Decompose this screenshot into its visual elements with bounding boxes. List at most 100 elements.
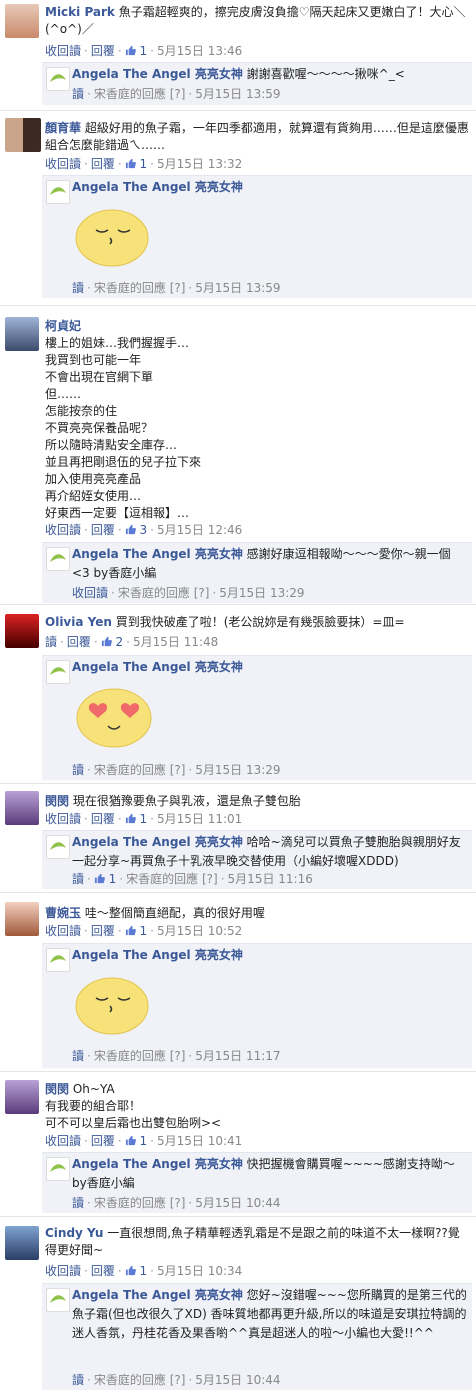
reply-author[interactable]: Angela The Angel 亮亮女神 bbox=[72, 1157, 243, 1171]
seen-by[interactable]: 宋香庭的回應 bbox=[118, 586, 190, 600]
comment-body: Micki Park 魚子霜超輕爽的，擦完皮膚沒負擔♡隔天起床又更嫩白了！大心＼… bbox=[45, 4, 470, 38]
timestamp[interactable]: 5月15日 13:59 bbox=[195, 87, 280, 101]
avatar[interactable] bbox=[5, 791, 39, 825]
timestamp[interactable]: 5月15日 13:29 bbox=[195, 763, 280, 777]
like-count[interactable]: 1 bbox=[94, 872, 116, 886]
read-link[interactable]: 讀 bbox=[72, 763, 84, 777]
avatar[interactable] bbox=[5, 4, 39, 38]
timestamp[interactable]: 5月15日 13:46 bbox=[157, 44, 242, 58]
seen-by[interactable]: 宋香庭的回應 bbox=[94, 1196, 166, 1210]
unread-link[interactable]: 收回讀 bbox=[45, 1264, 81, 1278]
unread-link[interactable]: 收回讀 bbox=[72, 586, 108, 600]
unread-link[interactable]: 收回讀 bbox=[45, 1134, 81, 1148]
page-avatar[interactable] bbox=[46, 1157, 70, 1181]
avatar[interactable] bbox=[5, 317, 39, 351]
comment-author[interactable]: 顏育華 bbox=[45, 121, 81, 135]
timestamp[interactable]: 5月15日 10:34 bbox=[157, 1264, 242, 1278]
reply-link[interactable]: 回覆 bbox=[91, 523, 115, 537]
reply-body: Angela The Angel 亮亮女神 快把握機會購買喔~~~~感謝支持呦～… bbox=[72, 1155, 468, 1193]
seen-by[interactable]: 宋香庭的回應 bbox=[94, 281, 166, 295]
comment-author[interactable]: 曹婉玉 bbox=[45, 906, 81, 920]
unread-link[interactable]: 收回讀 bbox=[45, 523, 81, 537]
avatar[interactable] bbox=[5, 118, 41, 152]
like-count[interactable]: 1 bbox=[125, 924, 147, 938]
page-avatar[interactable] bbox=[46, 547, 70, 571]
seen-by[interactable]: 宋香庭的回應 bbox=[94, 1049, 166, 1063]
reply-link[interactable]: 回覆 bbox=[91, 1264, 115, 1278]
comment-author[interactable]: 閔閔 bbox=[45, 794, 69, 808]
reply-link[interactable]: 回覆 bbox=[91, 812, 115, 826]
read-link[interactable]: 讀 bbox=[72, 1196, 84, 1210]
like-count[interactable]: 1 bbox=[125, 812, 147, 826]
reply-author[interactable]: Angela The Angel 亮亮女神 bbox=[72, 180, 243, 194]
comment-author[interactable]: Olivia Yen bbox=[45, 615, 112, 629]
avatar[interactable] bbox=[5, 1080, 39, 1114]
like-count[interactable]: 1 bbox=[125, 44, 147, 58]
timestamp[interactable]: 5月15日 13:59 bbox=[195, 281, 280, 295]
page-avatar[interactable] bbox=[46, 1288, 70, 1312]
read-link[interactable]: 讀 bbox=[45, 635, 57, 649]
comment-body: 曹婉玉 哇～整個簡直絕配，真的很好用喔 bbox=[45, 905, 470, 922]
thumbs-up-icon bbox=[101, 636, 112, 647]
timestamp[interactable]: 5月15日 10:44 bbox=[195, 1373, 280, 1387]
timestamp[interactable]: 5月15日 10:44 bbox=[195, 1196, 280, 1210]
page-avatar[interactable] bbox=[46, 67, 70, 91]
timestamp[interactable]: 5月15日 11:48 bbox=[133, 635, 218, 649]
comment-author[interactable]: 閔閔 bbox=[45, 1082, 69, 1096]
read-link[interactable]: 讀 bbox=[72, 87, 84, 101]
like-count[interactable]: 1 bbox=[125, 157, 147, 171]
like-count[interactable]: 1 bbox=[125, 1134, 147, 1148]
page-avatar[interactable] bbox=[46, 660, 70, 684]
unread-link[interactable]: 收回讀 bbox=[45, 157, 81, 171]
avatar[interactable] bbox=[5, 614, 39, 648]
read-link[interactable]: 讀 bbox=[72, 1373, 84, 1387]
reply-author[interactable]: Angela The Angel 亮亮女神 bbox=[72, 948, 243, 962]
reply-author[interactable]: Angela The Angel 亮亮女神 bbox=[72, 67, 243, 81]
unread-link[interactable]: 收回讀 bbox=[45, 924, 81, 938]
comment-line: 再介紹姪女使用… bbox=[45, 489, 142, 503]
timestamp[interactable]: 5月15日 10:52 bbox=[157, 924, 242, 938]
timestamp[interactable]: 5月15日 11:17 bbox=[195, 1049, 280, 1063]
reply-link[interactable]: 回覆 bbox=[67, 635, 91, 649]
unread-link[interactable]: 收回讀 bbox=[45, 812, 81, 826]
reply-author[interactable]: Angela The Angel 亮亮女神 bbox=[72, 835, 243, 849]
comment-text: 超級好用的魚子霜，一年四季都適用，就算還有貨夠用……但是這麼優惠組合怎麼能錯過ㄟ… bbox=[45, 121, 469, 152]
like-count[interactable]: 3 bbox=[125, 523, 147, 537]
avatar[interactable] bbox=[5, 1226, 39, 1260]
reply-link[interactable]: 回覆 bbox=[91, 1134, 115, 1148]
reply-author[interactable]: Angela The Angel 亮亮女神 bbox=[72, 660, 243, 674]
read-link[interactable]: 讀 bbox=[72, 281, 84, 295]
reply-author[interactable]: Angela The Angel 亮亮女神 bbox=[72, 1288, 243, 1302]
timestamp[interactable]: 5月15日 11:16 bbox=[228, 872, 313, 886]
timestamp[interactable]: 5月15日 12:46 bbox=[157, 523, 242, 537]
like-count[interactable]: 1 bbox=[125, 1264, 147, 1278]
edit-mark: [?] bbox=[169, 87, 186, 101]
timestamp[interactable]: 5月15日 11:01 bbox=[157, 812, 242, 826]
timestamp[interactable]: 5月15日 13:32 bbox=[157, 157, 242, 171]
reply-text: 謝謝喜歡喔～～～～揪咪^_< bbox=[246, 67, 405, 81]
page-avatar[interactable] bbox=[46, 180, 70, 204]
reply-link[interactable]: 回覆 bbox=[91, 157, 115, 171]
seen-by[interactable]: 宋香庭的回應 bbox=[94, 87, 166, 101]
timestamp[interactable]: 5月15日 13:29 bbox=[219, 586, 304, 600]
comment-author[interactable]: Cindy Yu bbox=[45, 1226, 103, 1240]
page-avatar[interactable] bbox=[46, 835, 70, 859]
reply-link[interactable]: 回覆 bbox=[91, 924, 115, 938]
reply-author[interactable]: Angela The Angel 亮亮女神 bbox=[72, 547, 243, 561]
comment-author[interactable]: 柯貞妃 bbox=[45, 318, 470, 335]
seen-by[interactable]: 宋香庭的回應 bbox=[94, 763, 166, 777]
unread-link[interactable]: 收回讀 bbox=[45, 44, 81, 58]
reply-link[interactable]: 回覆 bbox=[91, 44, 115, 58]
like-count[interactable]: 2 bbox=[101, 635, 123, 649]
comment-author[interactable]: Micki Park bbox=[45, 5, 115, 19]
thumbs-up-icon bbox=[125, 1135, 136, 1146]
read-link[interactable]: 讀 bbox=[72, 872, 84, 886]
comment-1: Micki Park 魚子霜超輕爽的，擦完皮膚沒負擔♡隔天起床又更嫩白了！大心＼… bbox=[0, 0, 476, 110]
seen-by[interactable]: 宋香庭的回應 bbox=[94, 1373, 166, 1387]
page-avatar[interactable] bbox=[46, 948, 70, 972]
seen-by[interactable]: 宋香庭的回應 bbox=[126, 872, 198, 886]
read-link[interactable]: 讀 bbox=[72, 1049, 84, 1063]
comment-actions: 收回讀 · 回覆 · 1 · 5月15日 10:34 bbox=[45, 1264, 243, 1278]
avatar[interactable] bbox=[5, 902, 39, 936]
timestamp[interactable]: 5月15日 10:41 bbox=[157, 1134, 242, 1148]
